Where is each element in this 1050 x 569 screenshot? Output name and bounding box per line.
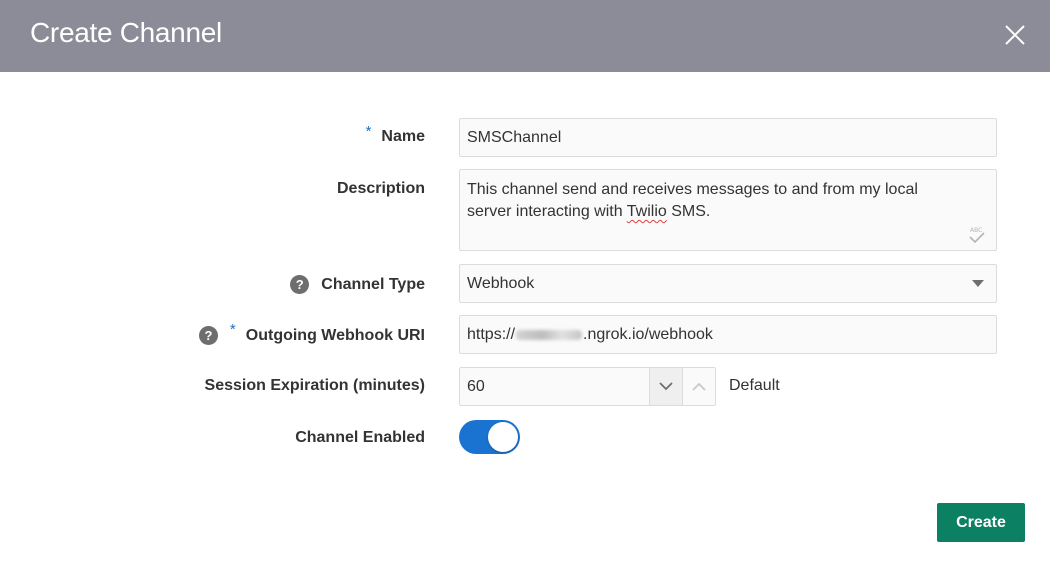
webhook-uri-prefix: https:// — [467, 326, 516, 343]
name-input[interactable]: SMSChannel — [459, 118, 997, 157]
chevron-up-icon — [692, 382, 706, 391]
help-icon[interactable]: ? — [290, 275, 310, 294]
channel-type-select[interactable]: Webhook — [459, 264, 997, 303]
required-marker: * — [229, 321, 236, 338]
channel-type-label: ? Channel Type — [290, 275, 425, 294]
close-button[interactable] — [1000, 20, 1030, 50]
decrement-button[interactable] — [649, 368, 682, 405]
description-label-text: Description — [336, 180, 425, 197]
channel-type-selected: Webhook — [467, 275, 535, 292]
webhook-uri-input[interactable]: https:// .ngrok.io/webhook — [459, 315, 997, 354]
default-label: Default — [729, 377, 780, 394]
chevron-down-icon — [659, 382, 673, 391]
toggle-knob — [488, 422, 518, 452]
close-icon — [1005, 25, 1025, 45]
redacted-text — [516, 329, 583, 340]
create-button[interactable]: Create — [937, 503, 1025, 542]
name-label-text: Name — [381, 128, 425, 145]
description-line-2: server interacting with Twilio SMS. — [467, 201, 989, 223]
dialog-title: Create Channel — [30, 17, 222, 48]
dialog-header: Create Channel — [0, 0, 1050, 72]
webhook-uri-suffix: .ngrok.io/webhook — [583, 326, 713, 343]
description-label: Description — [337, 180, 425, 198]
name-label: * Name — [366, 123, 425, 146]
required-marker: * — [365, 122, 372, 140]
webhook-uri-label: ? * Outgoing Webhook URI — [198, 321, 425, 345]
session-expiration-stepper: 60 — [459, 367, 716, 406]
webhook-uri-label-text: Outgoing Webhook URI — [245, 326, 425, 344]
channel-enabled-toggle[interactable] — [459, 420, 520, 454]
description-line-1: This channel send and receives messages … — [467, 181, 918, 198]
spellcheck-icon: ABC — [969, 227, 985, 244]
description-line-2-start: server interacting with — [467, 203, 627, 220]
svg-text:ABC: ABC — [970, 227, 982, 234]
help-icon[interactable]: ? — [198, 326, 218, 345]
description-line-2-end: SMS. — [666, 203, 711, 220]
channel-enabled-label: Channel Enabled — [295, 429, 425, 447]
session-expiration-label-text: Session Expiration (minutes) — [204, 377, 425, 394]
description-textarea[interactable]: This channel send and receives messages … — [459, 169, 997, 251]
caret-down-icon — [972, 280, 984, 287]
misspelled-word: Twilio — [626, 203, 667, 220]
increment-button[interactable] — [682, 368, 715, 405]
channel-type-label-text: Channel Type — [321, 275, 425, 293]
session-expiration-label: Session Expiration (minutes) — [205, 377, 425, 395]
name-input-value: SMSChannel — [467, 129, 562, 146]
channel-enabled-label-text: Channel Enabled — [295, 429, 425, 446]
session-expiration-input[interactable]: 60 — [460, 368, 649, 405]
